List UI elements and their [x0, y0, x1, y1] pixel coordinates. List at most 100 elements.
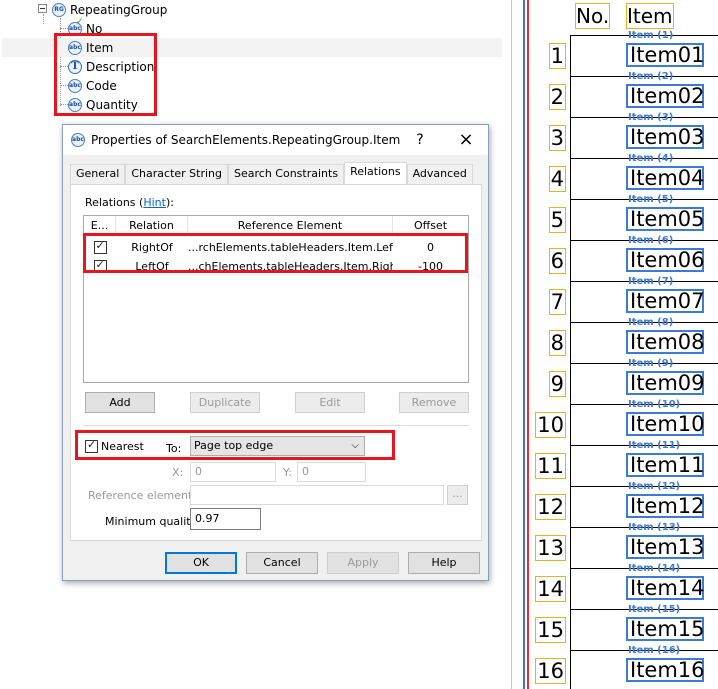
row-number: 6 — [548, 248, 566, 274]
apply-button[interactable]: Apply — [327, 552, 399, 574]
item-match-box[interactable]: Item09 — [626, 371, 705, 395]
row-number-text: 15 — [535, 617, 566, 643]
tree-node-label: RepeatingGroup — [70, 2, 168, 17]
dialog-titlebar[interactable]: abc Properties of SearchElements.Repeati… — [63, 125, 488, 155]
match-caption[interactable]: Item (10) — [628, 400, 680, 410]
minimum-quality-label: Minimum quality: — [105, 515, 201, 528]
item-match-box[interactable]: Item13 — [626, 535, 705, 559]
match-caption[interactable]: Item (16) — [628, 646, 680, 656]
row-number-text: 14 — [535, 576, 566, 602]
highlight-frame — [54, 33, 157, 116]
ok-button[interactable]: OK — [165, 552, 237, 574]
row-number: 1 — [548, 43, 566, 69]
properties-dialog: abc Properties of SearchElements.Repeati… — [62, 124, 489, 581]
match-caption[interactable]: Item (6) — [628, 236, 673, 246]
match-caption[interactable]: Item (14) — [628, 564, 680, 574]
row-number-text: 7 — [548, 289, 566, 315]
item-match-box[interactable]: Item10 — [626, 412, 705, 436]
edit-button[interactable]: Edit — [295, 392, 365, 413]
header-item-text: Item — [626, 3, 674, 29]
row-number-text: 5 — [548, 207, 566, 233]
item-match-box[interactable]: Item03 — [626, 125, 705, 149]
row-number: 15 — [535, 617, 566, 643]
row-number: 12 — [535, 494, 566, 520]
row-number: 7 — [548, 289, 566, 315]
row-number-text: 11 — [535, 453, 566, 479]
dialog-title: Properties of SearchElements.RepeatingGr… — [91, 133, 401, 147]
match-caption[interactable]: Item (4) — [628, 154, 673, 164]
remove-button[interactable]: Remove — [399, 392, 469, 413]
reference-element-label: Reference element: — [88, 489, 196, 502]
row-number-text: 12 — [535, 494, 566, 520]
tab-strip: General Character String Search Constrai… — [70, 162, 473, 184]
match-caption[interactable]: Item (2) — [628, 72, 673, 82]
tab-character-string[interactable]: Character String — [125, 164, 228, 184]
match-caption[interactable]: Item (7) — [628, 277, 673, 287]
item-match-box[interactable]: Item01 — [626, 43, 705, 67]
row-number: 10 — [535, 412, 566, 438]
close-button[interactable]: × — [451, 125, 481, 155]
minimum-quality-input[interactable]: 0.97 — [190, 508, 261, 530]
row-number-text: 1 — [548, 43, 566, 69]
header-no-text: No. — [575, 3, 611, 29]
row-number-text: 16 — [535, 658, 566, 684]
item-match-box[interactable]: Item12 — [626, 494, 705, 518]
add-button[interactable]: Add — [85, 392, 155, 413]
row-number-text: 10 — [535, 412, 566, 438]
row-number-text: 8 — [548, 330, 566, 356]
match-caption[interactable]: Item (12) — [628, 482, 680, 492]
item-match-box[interactable]: Item07 — [626, 289, 705, 313]
item-match-box[interactable]: Item05 — [626, 207, 705, 231]
match-caption[interactable]: Item (11) — [628, 441, 680, 451]
check-icon: ✓ — [76, 17, 84, 27]
tab-search-constraints[interactable]: Search Constraints — [228, 164, 345, 184]
x-input[interactable]: 0 — [190, 462, 276, 482]
match-caption[interactable]: Item (3) — [628, 113, 673, 123]
row-number: 13 — [535, 535, 566, 561]
help-footer-button[interactable]: Help — [408, 552, 480, 574]
match-caption[interactable]: Item (9) — [628, 359, 673, 369]
match-caption[interactable]: Item (1) — [628, 31, 673, 41]
item-match-box[interactable]: Item14 — [626, 576, 705, 600]
item-match-box[interactable]: Item02 — [626, 84, 705, 108]
y-label: Y: — [283, 466, 292, 479]
text-element-icon: abc — [71, 133, 85, 147]
row-number-text: 13 — [535, 535, 566, 561]
tab-relations[interactable]: Relations — [344, 162, 407, 184]
tree-node-repeating-group[interactable]: RG RepeatingGroup — [52, 0, 167, 19]
row-number-text: 6 — [548, 248, 566, 274]
row-number-text: 2 — [548, 84, 566, 110]
reference-element-input[interactable] — [190, 485, 444, 505]
repeating-group-icon: RG — [52, 2, 66, 17]
header-item: Item — [626, 3, 674, 29]
browse-button[interactable]: ... — [447, 485, 468, 505]
row-number: 4 — [548, 166, 566, 192]
help-button[interactable]: ? — [405, 125, 435, 155]
tab-advanced[interactable]: Advanced — [406, 164, 473, 184]
cancel-button[interactable]: Cancel — [246, 552, 318, 574]
row-number-text: 9 — [548, 371, 566, 397]
document-preview: No. Item 1 Item (1) Item01 2 Item (2) Item02 3… — [530, 0, 718, 689]
item-match-box[interactable]: Item11 — [626, 453, 705, 477]
match-caption[interactable]: Item (13) — [628, 523, 680, 533]
item-match-box[interactable]: Item06 — [626, 248, 705, 272]
duplicate-button[interactable]: Duplicate — [190, 392, 260, 413]
match-caption[interactable]: Item (5) — [628, 195, 673, 205]
item-match-box[interactable]: Item15 — [626, 617, 705, 641]
item-match-box[interactable]: Item04 — [626, 166, 705, 190]
collapse-toggle[interactable] — [38, 4, 47, 13]
hint-link[interactable]: Hint — [143, 196, 166, 209]
splitter[interactable] — [510, 0, 530, 689]
match-caption[interactable]: Item (8) — [628, 318, 673, 328]
item-match-box[interactable]: Item08 — [626, 330, 705, 354]
match-caption[interactable]: Item (15) — [628, 605, 680, 615]
item-match-box[interactable]: Item16 — [626, 658, 705, 682]
x-label: X: — [172, 466, 184, 479]
row-number: 2 — [548, 84, 566, 110]
tab-general[interactable]: General — [70, 164, 126, 184]
y-input[interactable]: 0 — [297, 462, 366, 482]
highlight-frame — [83, 233, 468, 273]
relations-label-text: Relations ( — [85, 196, 144, 209]
highlight-frame — [75, 430, 395, 460]
row-number: 9 — [548, 371, 566, 397]
